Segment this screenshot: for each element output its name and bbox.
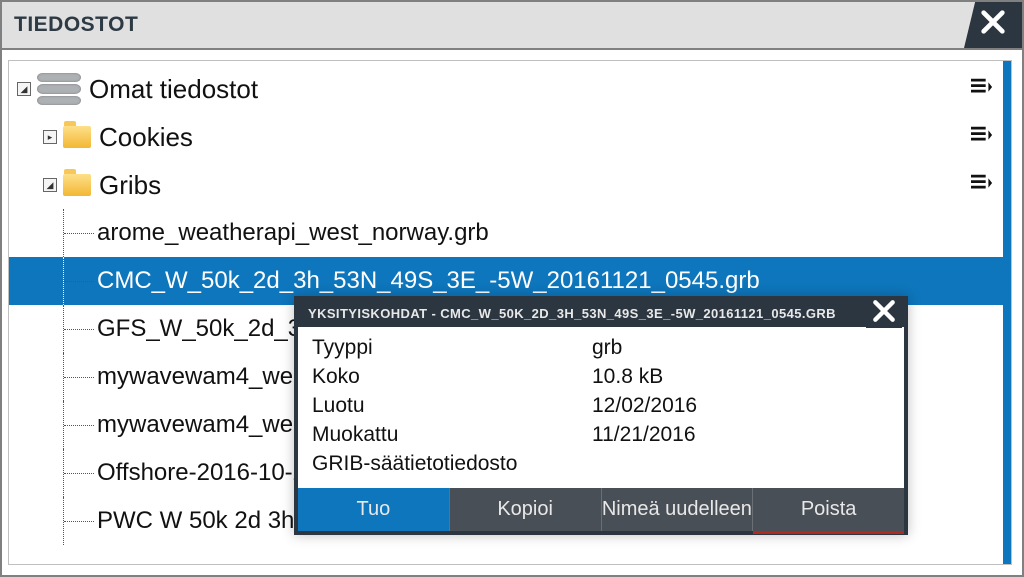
- popup-close-button[interactable]: [866, 296, 902, 328]
- titlebar: TIEDOSTOT: [2, 2, 1022, 50]
- tree-connector: [63, 401, 64, 449]
- file-label: CMC_W_50k_2d_3h_53N_49S_3E_-5W_20161121_…: [97, 267, 760, 295]
- popup-title: YKSITYISKOHDAT - CMC_W_50K_2D_3H_53N_49S…: [298, 300, 904, 327]
- detail-modified-value: 11/21/2016: [592, 420, 696, 449]
- tree-connector: [63, 353, 64, 401]
- tree-folder[interactable]: ▸ Cookies: [9, 113, 1011, 161]
- tree-connector: [63, 497, 64, 545]
- detail-row: Luotu 12/02/2016: [312, 391, 890, 420]
- details-popup: YKSITYISKOHDAT - CMC_W_50K_2D_3H_53N_49S…: [294, 296, 908, 535]
- close-icon: [979, 8, 1007, 41]
- detail-created-value: 12/02/2016: [592, 391, 697, 420]
- rename-button[interactable]: Nimeä uudelleen: [602, 488, 754, 531]
- drive-icon: [37, 72, 81, 106]
- window-close-button[interactable]: [964, 0, 1022, 48]
- tree-connector: [63, 209, 64, 257]
- detail-modified-label: Muokattu: [312, 420, 592, 449]
- detail-row: Tyyppi grb: [312, 333, 890, 362]
- detail-type-value: grb: [592, 333, 622, 362]
- close-icon: [871, 298, 897, 327]
- row-menu-button[interactable]: [971, 126, 993, 149]
- popup-body: Tyyppi grb Koko 10.8 kB Luotu 12/02/2016…: [298, 327, 904, 488]
- folder-icon: [63, 174, 91, 196]
- tree-root[interactable]: ◢ Omat tiedostot: [9, 65, 1011, 113]
- tree-file[interactable]: arome_weatherapi_west_norway.grb: [9, 209, 1011, 257]
- folder-label: Gribs: [99, 170, 161, 201]
- file-label: arome_weatherapi_west_norway.grb: [97, 219, 489, 247]
- folder-icon: [63, 126, 91, 148]
- detail-row: Muokattu 11/21/2016: [312, 420, 890, 449]
- tree-folder[interactable]: ◢ Gribs: [9, 161, 1011, 209]
- popup-title-text: YKSITYISKOHDAT - CMC_W_50K_2D_3H_53N_49S…: [308, 306, 836, 321]
- row-menu-button[interactable]: [971, 174, 993, 197]
- tree-connector: [63, 449, 64, 497]
- expand-toggle[interactable]: ▸: [43, 130, 57, 144]
- folder-label: Cookies: [99, 122, 193, 153]
- expand-toggle[interactable]: ◢: [43, 178, 57, 192]
- row-menu-button[interactable]: [971, 78, 993, 101]
- detail-created-label: Luotu: [312, 391, 592, 420]
- files-window: TIEDOSTOT ◢ Omat tiedostot: [0, 0, 1024, 577]
- detail-description: GRIB-säätietotiedosto: [312, 449, 592, 478]
- detail-row: GRIB-säätietotiedosto: [312, 449, 890, 478]
- popup-actions: Tuo Kopioi Nimeä uudelleen Poista: [298, 488, 904, 531]
- delete-button[interactable]: Poista: [753, 488, 904, 534]
- tree-connector: [63, 257, 64, 305]
- copy-button[interactable]: Kopioi: [450, 488, 602, 531]
- detail-row: Koko 10.8 kB: [312, 362, 890, 391]
- detail-size-label: Koko: [312, 362, 592, 391]
- detail-type-label: Tyyppi: [312, 333, 592, 362]
- expand-toggle[interactable]: ◢: [17, 82, 31, 96]
- window-title: TIEDOSTOT: [14, 13, 138, 37]
- tree-connector: [63, 305, 64, 353]
- root-label: Omat tiedostot: [89, 74, 258, 105]
- import-button[interactable]: Tuo: [298, 488, 450, 531]
- detail-size-value: 10.8 kB: [592, 362, 663, 391]
